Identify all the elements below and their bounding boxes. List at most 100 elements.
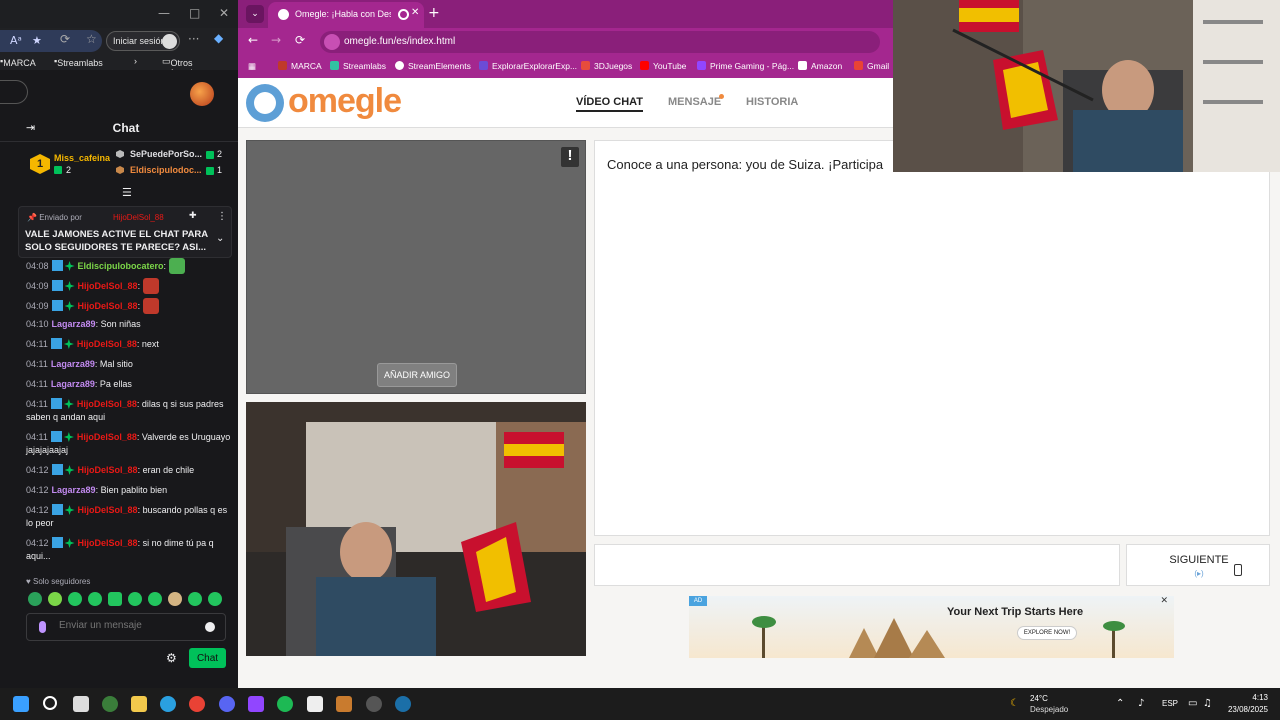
clock-time[interactable]: 4:13: [1220, 693, 1268, 702]
message-user[interactable]: Eldiscipulobocatero: [78, 261, 164, 271]
subscriber-badge-icon[interactable]: [50, 398, 62, 409]
show-hidden-icons-icon[interactable]: ⌃: [1116, 698, 1124, 709]
close-button[interactable]: ✕: [219, 6, 229, 20]
message-user[interactable]: HijoDelSol_88: [78, 465, 138, 475]
ad-cta-button[interactable]: EXPLORE NOW!: [1017, 626, 1077, 640]
weather-temp[interactable]: 24°C: [1030, 694, 1048, 703]
emote-icon[interactable]: [188, 592, 202, 606]
message-user[interactable]: HijoDelSol_88: [78, 505, 138, 515]
chevron-right-icon[interactable]: ›: [134, 56, 137, 66]
weather-desc[interactable]: Despejado: [1030, 705, 1068, 714]
task-view-icon[interactable]: [73, 696, 89, 712]
more-options-icon[interactable]: ⋮: [217, 211, 227, 222]
nav-history[interactable]: HISTORIA: [746, 96, 798, 108]
message-input-box[interactable]: [594, 544, 1120, 586]
tab-search-icon[interactable]: ⌄: [246, 5, 264, 23]
emote-icon[interactable]: [208, 592, 222, 606]
file-explorer-icon[interactable]: [131, 696, 147, 712]
subscriber-badge-icon[interactable]: [50, 431, 62, 442]
xbox-icon[interactable]: [102, 696, 118, 712]
more-icon[interactable]: ···: [188, 32, 199, 46]
subscriber-badge-icon[interactable]: [51, 280, 63, 291]
message-user[interactable]: HijoDelSol_88: [77, 432, 137, 442]
spotify-icon[interactable]: [277, 696, 293, 712]
pinned-user[interactable]: HijoDelSol_88: [113, 213, 164, 222]
ad-banner[interactable]: AD ✕ Your Next Trip Starts Here EXPLORE …: [689, 596, 1174, 658]
bookmark-streamlabs[interactable]: ▪ Streamlabs: [54, 56, 103, 68]
back-icon[interactable]: ←: [248, 33, 258, 47]
clock-date[interactable]: 23/08/2025: [1220, 705, 1268, 714]
minimize-button[interactable]: —: [158, 6, 170, 20]
obs-icon[interactable]: [366, 696, 382, 712]
search-icon[interactable]: [43, 696, 57, 710]
message-textarea[interactable]: [595, 545, 1119, 585]
add-friend-button[interactable]: AÑADIR AMIGO: [377, 363, 457, 387]
site-info-icon[interactable]: [324, 34, 340, 50]
gem-badge-icon[interactable]: [64, 465, 75, 475]
reload-icon[interactable]: ⟳: [295, 33, 305, 47]
emote-icon[interactable]: [68, 592, 82, 606]
emote-icon[interactable]: [168, 592, 182, 606]
message-user[interactable]: HijoDelSol_88: [78, 281, 138, 291]
gem-badge-icon[interactable]: [64, 301, 75, 311]
read-aloud-icon[interactable]: A͏ᵃ: [10, 34, 22, 47]
discord-icon[interactable]: [219, 696, 235, 712]
signin-button[interactable]: Iniciar sesión: [106, 31, 180, 51]
copilot-icon[interactable]: ◆: [214, 31, 223, 45]
gem-badge-icon[interactable]: [63, 432, 74, 442]
start-windows-icon[interactable]: [13, 696, 29, 712]
forward-icon[interactable]: →: [271, 33, 281, 47]
message-user[interactable]: Lagarza89: [52, 319, 96, 329]
bookmark-streamelements[interactable]: StreamElements: [395, 61, 471, 71]
chat-send-button[interactable]: Chat: [189, 648, 226, 668]
bookmark-gmail[interactable]: Gmail: [854, 61, 889, 71]
emote-icon[interactable]: [88, 592, 102, 606]
next-button[interactable]: SIGUIENTE (▸): [1126, 544, 1270, 586]
apps-grid-icon[interactable]: ▦: [248, 61, 256, 72]
emote-icon[interactable]: [48, 592, 62, 606]
message-user[interactable]: HijoDelSol_88: [78, 301, 138, 311]
bookmark-amazon[interactable]: Amazon: [798, 61, 842, 71]
chevron-down-icon[interactable]: ⌄: [216, 233, 224, 244]
pin-icon[interactable]: ✚: [189, 211, 197, 221]
subscriber-badge-icon[interactable]: [51, 260, 63, 271]
bookmark-streamlabs[interactable]: Streamlabs: [330, 61, 386, 71]
refresh-icon[interactable]: ⟳: [60, 32, 70, 46]
steam-icon[interactable]: [395, 696, 411, 712]
edge-icon[interactable]: [160, 696, 176, 712]
address-bar[interactable]: omegle.fun/es/index.html: [320, 31, 880, 53]
capcut-icon[interactable]: [307, 696, 323, 712]
chat-input-box[interactable]: [26, 613, 226, 641]
microphone-icon[interactable]: ♪: [1138, 698, 1144, 709]
favorites-icon[interactable]: ☆: [86, 32, 97, 46]
subscriber-badge-icon[interactable]: [50, 338, 62, 349]
tab-omegle[interactable]: Omegle: ¡Habla con Descon ✕: [268, 2, 424, 28]
bookmark-other[interactable]: ▭ Otros favoritos: [162, 56, 205, 78]
gem-badge-icon[interactable]: [64, 281, 75, 291]
omegle-logo-icon[interactable]: [246, 84, 284, 122]
search-pill[interactable]: [0, 80, 28, 104]
close-tab-icon[interactable]: ✕: [411, 7, 419, 18]
omegle-logo[interactable]: omegle: [288, 82, 402, 121]
report-button[interactable]: !: [561, 147, 579, 167]
message-user[interactable]: Lagarza89: [52, 485, 96, 495]
chrome-icon[interactable]: [189, 696, 205, 712]
message-user[interactable]: Lagarza89: [51, 359, 95, 369]
expand-leaderboard-icon[interactable]: ☰: [122, 186, 132, 199]
gem-badge-icon[interactable]: [63, 339, 74, 349]
leader-name-3[interactable]: Eldiscipulodoc...: [130, 165, 202, 175]
message-user[interactable]: HijoDelSol_88: [78, 538, 138, 548]
emote-icon[interactable]: [128, 592, 142, 606]
emote-icon[interactable]: [148, 592, 162, 606]
emote-icon[interactable]: [28, 592, 42, 606]
microphone-icon[interactable]: [39, 621, 46, 633]
bookmark-3djuegos[interactable]: 3DJuegos: [581, 61, 632, 71]
close-ad-icon[interactable]: ✕: [1160, 596, 1168, 606]
gem-badge-icon[interactable]: [64, 538, 75, 548]
user-avatar[interactable]: [190, 82, 214, 106]
bookmark-explorar[interactable]: ExplorarExplorarExp...: [479, 61, 577, 71]
network-icon[interactable]: ▭: [1188, 698, 1197, 709]
leader-name-2[interactable]: SePuedePorSo...: [130, 149, 202, 159]
language-indicator[interactable]: ESP: [1162, 699, 1178, 708]
chat-settings-gear-icon[interactable]: ⚙: [166, 651, 177, 665]
